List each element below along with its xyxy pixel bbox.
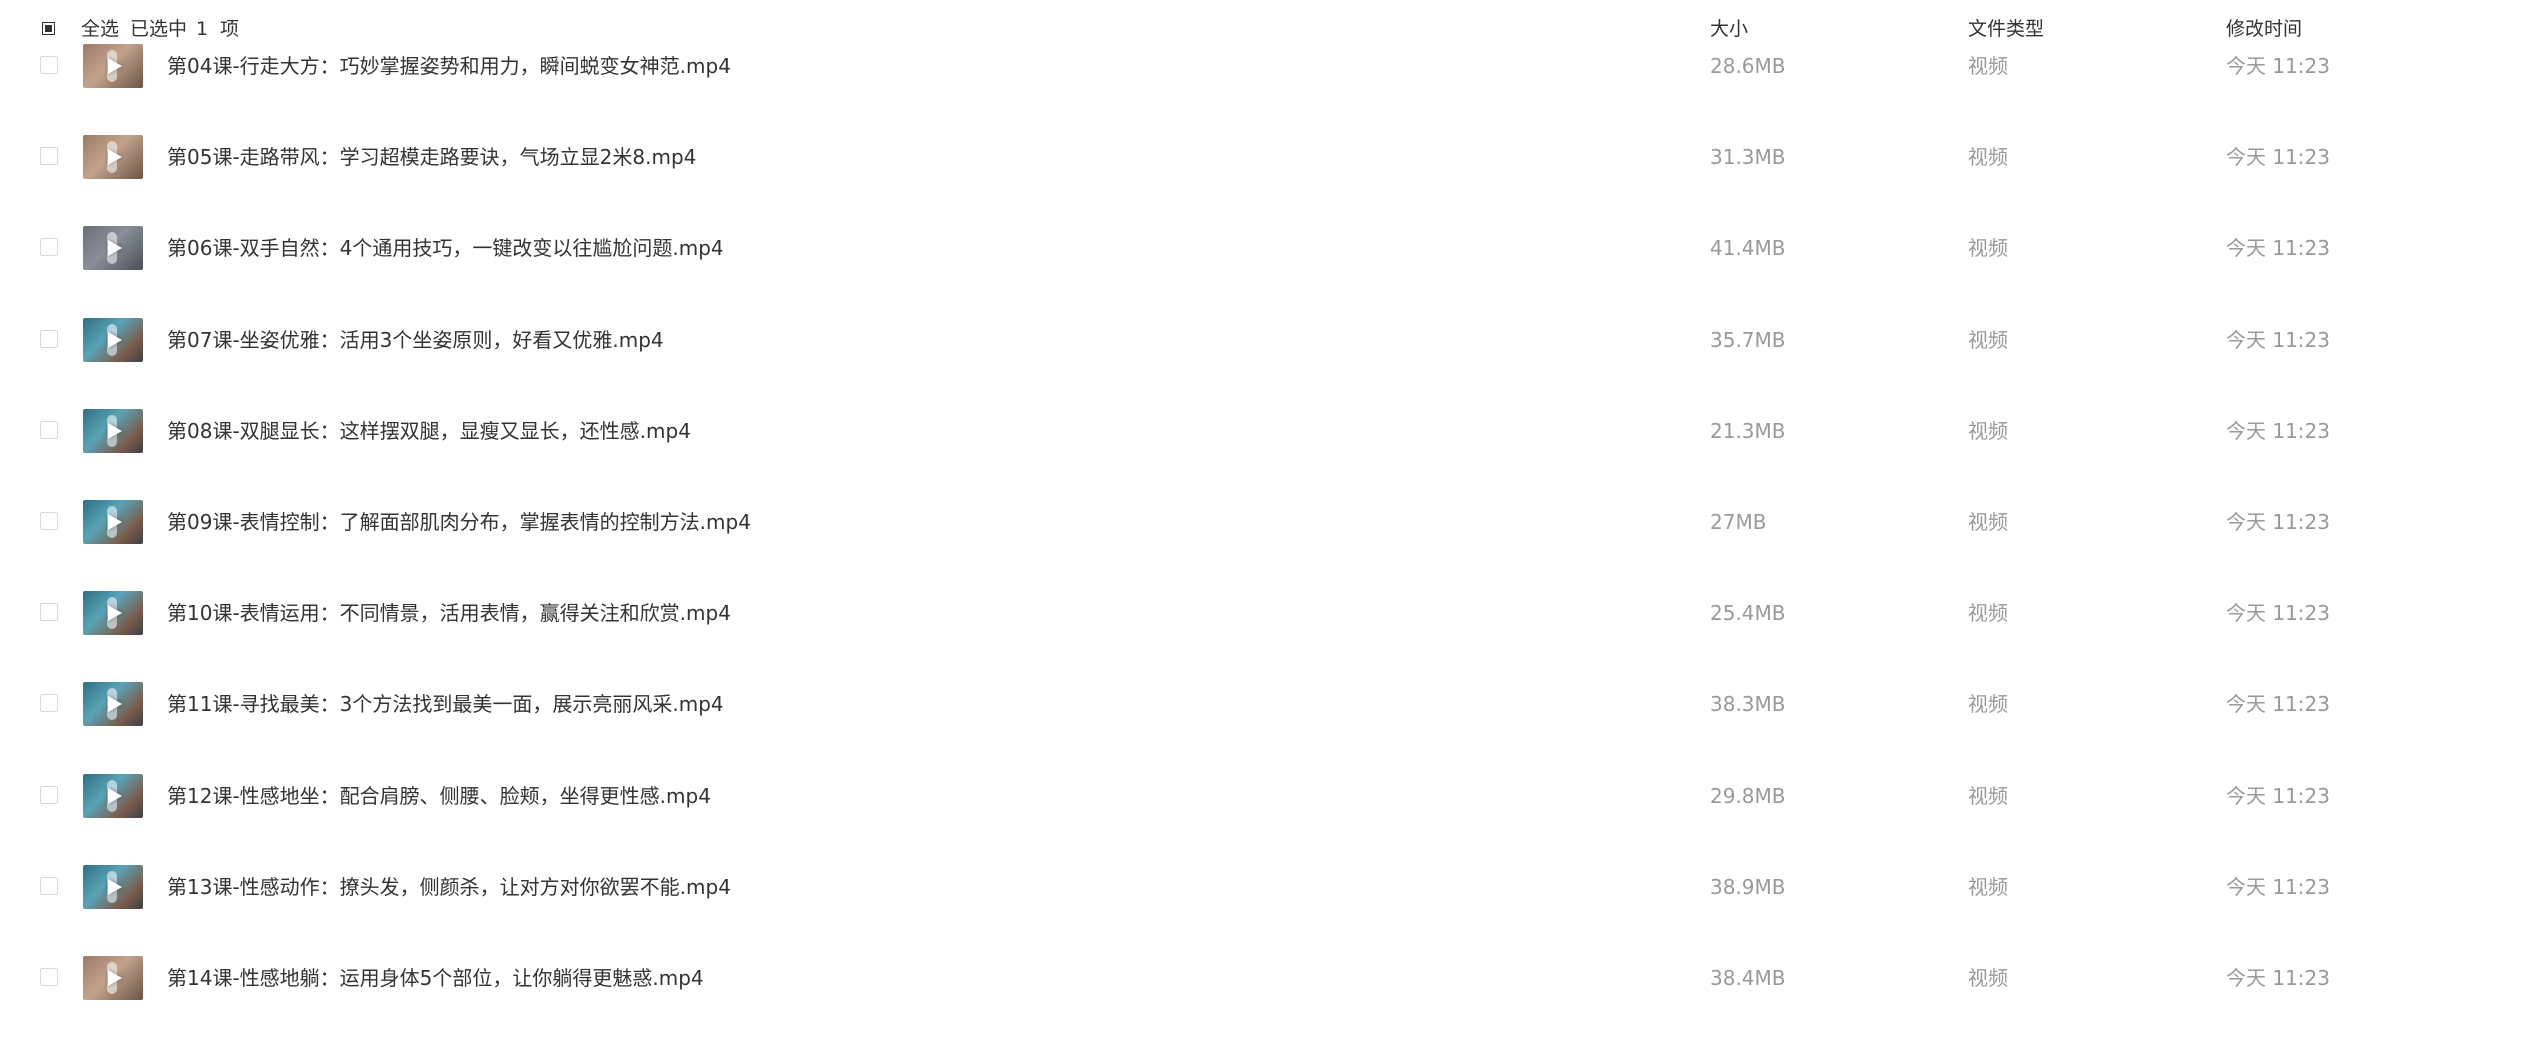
play-icon <box>108 422 122 439</box>
file-name[interactable]: 第06课-双手自然：4个通用技巧，一键改变以往尴尬问题.mp4 <box>167 236 724 260</box>
row-checkbox[interactable] <box>40 420 58 439</box>
video-thumbnail[interactable] <box>83 591 143 636</box>
file-row[interactable]: 第12课-性感地坐：配合肩膀、侧腰、脸颊，坐得更性感.mp4 29.8MB 视频 今天… <box>0 764 2539 855</box>
row-checkbox[interactable] <box>40 56 58 74</box>
play-icon <box>108 605 122 622</box>
file-name[interactable]: 第10课-表情运用：不同情景，活用表情，赢得关注和欣赏.mp4 <box>167 601 731 625</box>
row-checkbox[interactable] <box>40 694 58 713</box>
partial-selected-icon <box>45 25 52 32</box>
row-checkbox[interactable] <box>40 603 58 622</box>
file-type: 视频 <box>1968 692 2008 717</box>
file-name[interactable]: 第04课-行走大方：巧妙掌握姿势和用力，瞬间蜕变女神范.mp4 <box>167 54 731 78</box>
video-thumbnail[interactable] <box>83 44 143 88</box>
file-size: 38.3MB <box>1710 692 1786 717</box>
file-type: 视频 <box>1968 966 2008 990</box>
video-thumbnail[interactable] <box>83 864 143 909</box>
file-row[interactable]: 第07课-坐姿优雅：活用3个坐姿原则，好看又优雅.mp4 35.7MB 视频 今天 1… <box>0 308 2539 399</box>
file-size: 21.3MB <box>1710 418 1786 443</box>
file-size: 35.7MB <box>1710 327 1786 352</box>
file-modified-time: 今天 11:23 <box>2226 145 2330 170</box>
file-row[interactable]: 第13课-性感动作：撩头发，侧颜杀，让对方对你欲罢不能.mp4 38.9MB 视频 今… <box>0 855 2539 946</box>
file-type: 视频 <box>1968 601 2008 626</box>
file-name[interactable]: 第07课-坐姿优雅：活用3个坐姿原则，好看又优雅.mp4 <box>167 328 664 352</box>
video-thumbnail[interactable] <box>83 135 143 180</box>
file-size: 38.9MB <box>1710 874 1786 899</box>
file-size: 25.4MB <box>1710 601 1786 626</box>
file-row[interactable]: 第05课-走路带风：学习超模走路要诀，气场立显2米8.mp4 31.3MB 视频 今天… <box>0 125 2539 216</box>
file-type: 视频 <box>1968 874 2008 899</box>
row-checkbox[interactable] <box>40 968 58 986</box>
file-size: 28.6MB <box>1710 54 1786 78</box>
file-modified-time: 今天 11:23 <box>2226 327 2330 352</box>
file-row[interactable]: 第04课-行走大方：巧妙掌握姿势和用力，瞬间蜕变女神范.mp4 28.6MB 视频 今… <box>0 34 2539 125</box>
video-thumbnail[interactable] <box>83 317 143 362</box>
row-checkbox[interactable] <box>40 512 58 530</box>
file-row[interactable]: 第09课-表情控制：了解面部肌肉分布，掌握表情的控制方法.mp4 27MB 视频 今天… <box>0 490 2539 581</box>
row-checkbox[interactable] <box>40 329 58 348</box>
video-thumbnail[interactable] <box>83 682 143 727</box>
row-checkbox[interactable] <box>40 147 58 166</box>
play-icon <box>108 970 122 986</box>
file-type: 视频 <box>1968 510 2008 534</box>
play-icon <box>108 149 122 166</box>
play-icon <box>108 514 122 530</box>
file-row[interactable]: 第10课-表情运用：不同情景，活用表情，赢得关注和欣赏.mp4 25.4MB 视频 今… <box>0 581 2539 672</box>
file-modified-time: 今天 11:23 <box>2226 510 2330 534</box>
file-modified-time: 今天 11:23 <box>2226 783 2330 808</box>
file-list: 全选 已选中 1 项 大小 文件类型 修改时间 第04课-行走大方：巧妙掌握姿势… <box>0 0 2539 1000</box>
file-name[interactable]: 第14课-性感地躺：运用身体5个部位，让你躺得更魅惑.mp4 <box>167 966 704 990</box>
file-modified-time: 今天 11:23 <box>2226 236 2330 261</box>
file-size: 27MB <box>1710 510 1767 534</box>
file-type: 视频 <box>1968 418 2008 443</box>
play-icon <box>108 878 122 895</box>
play-icon <box>108 331 122 348</box>
file-name[interactable]: 第12课-性感地坐：配合肩膀、侧腰、脸颊，坐得更性感.mp4 <box>167 784 711 808</box>
file-name[interactable]: 第05课-走路带风：学习超模走路要诀，气场立显2米8.mp4 <box>167 145 696 169</box>
file-size: 29.8MB <box>1710 783 1786 808</box>
video-thumbnail[interactable] <box>83 408 143 453</box>
file-name[interactable]: 第11课-寻找最美：3个方法找到最美一面，展示亮丽风采.mp4 <box>167 692 724 716</box>
play-icon <box>108 58 122 74</box>
file-type: 视频 <box>1968 327 2008 352</box>
file-type: 视频 <box>1968 54 2008 78</box>
file-modified-time: 今天 11:23 <box>2226 692 2330 717</box>
file-size: 38.4MB <box>1710 966 1786 990</box>
row-checkbox[interactable] <box>40 785 58 804</box>
video-thumbnail[interactable] <box>83 773 143 818</box>
file-row[interactable]: 第06课-双手自然：4个通用技巧，一键改变以往尴尬问题.mp4 41.4MB 视频 今… <box>0 216 2539 307</box>
file-type: 视频 <box>1968 783 2008 808</box>
row-checkbox[interactable] <box>40 238 58 257</box>
file-name[interactable]: 第08课-双腿显长：这样摆双腿，显瘦又显长，还性感.mp4 <box>167 419 691 443</box>
file-row[interactable]: 第08课-双腿显长：这样摆双腿，显瘦又显长，还性感.mp4 21.3MB 视频 今天 … <box>0 399 2539 490</box>
file-row[interactable]: 第11课-寻找最美：3个方法找到最美一面，展示亮丽风采.mp4 38.3MB 视频 今… <box>0 672 2539 763</box>
file-name[interactable]: 第13课-性感动作：撩头发，侧颜杀，让对方对你欲罢不能.mp4 <box>167 875 731 899</box>
file-modified-time: 今天 11:23 <box>2226 966 2330 990</box>
play-icon <box>108 696 122 713</box>
file-name[interactable]: 第09课-表情控制：了解面部肌肉分布，掌握表情的控制方法.mp4 <box>167 510 751 534</box>
file-type: 视频 <box>1968 145 2008 170</box>
row-checkbox[interactable] <box>40 876 58 895</box>
file-modified-time: 今天 11:23 <box>2226 601 2330 626</box>
file-modified-time: 今天 11:23 <box>2226 418 2330 443</box>
play-icon <box>108 240 122 257</box>
file-modified-time: 今天 11:23 <box>2226 54 2330 78</box>
file-type: 视频 <box>1968 236 2008 261</box>
video-thumbnail[interactable] <box>83 500 143 544</box>
video-thumbnail[interactable] <box>83 226 143 271</box>
play-icon <box>108 787 122 804</box>
file-modified-time: 今天 11:23 <box>2226 874 2330 899</box>
file-size: 31.3MB <box>1710 145 1786 170</box>
file-size: 41.4MB <box>1710 236 1786 261</box>
video-thumbnail[interactable] <box>83 956 143 1000</box>
file-row[interactable]: 第14课-性感地躺：运用身体5个部位，让你躺得更魅惑.mp4 38.4MB 视频 今天… <box>0 946 2539 1037</box>
